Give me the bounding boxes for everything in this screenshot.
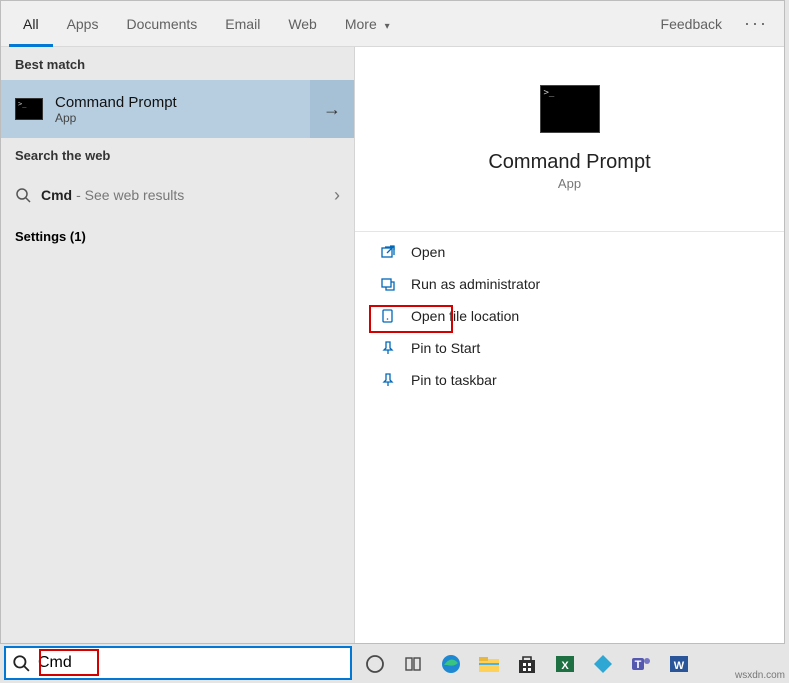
expand-arrow-icon[interactable]: → (310, 80, 354, 138)
watermark: wsxdn.com (735, 670, 785, 681)
more-options-icon[interactable]: ··· (736, 13, 776, 34)
settings-group[interactable]: Settings (1) (1, 219, 354, 254)
preview-title: Command Prompt (488, 151, 650, 174)
command-prompt-icon (15, 98, 43, 120)
chevron-down-icon: ▾ (385, 21, 390, 32)
shield-icon (379, 275, 397, 293)
action-open-label: Open (411, 244, 445, 260)
search-icon (15, 187, 31, 203)
pin-icon (379, 339, 397, 357)
action-open-location[interactable]: Open file location (355, 300, 784, 332)
feedback-link[interactable]: Feedback (661, 16, 722, 32)
pin-icon (379, 371, 397, 389)
web-result[interactable]: Cmd - See web results › (1, 171, 354, 219)
best-match-result[interactable]: Command Prompt App → (1, 80, 354, 138)
tab-more-label: More (345, 16, 377, 32)
best-match-header: Best match (1, 47, 354, 80)
action-open[interactable]: Open (355, 236, 784, 268)
excel-icon[interactable]: X (552, 651, 578, 677)
preview-subtitle: App (558, 176, 581, 191)
action-pin-taskbar[interactable]: Pin to taskbar (355, 364, 784, 396)
tab-web[interactable]: Web (274, 1, 331, 47)
results-pane: Best match Command Prompt App → Search t… (1, 47, 355, 643)
teams-icon[interactable]: T (628, 651, 654, 677)
best-match-subtitle: App (55, 111, 177, 125)
tab-apps[interactable]: Apps (53, 1, 113, 47)
web-result-query: Cmd (41, 187, 72, 203)
search-web-header: Search the web (1, 138, 354, 171)
filter-tabs: All Apps Documents Email Web More ▾ Feed… (1, 1, 784, 47)
actions-list: Open Run as administrator Open file loca… (355, 231, 784, 400)
start-search-window: All Apps Documents Email Web More ▾ Feed… (0, 0, 785, 644)
file-explorer-icon[interactable] (476, 651, 502, 677)
taskbar: X T W (358, 646, 692, 682)
taskbar-search[interactable] (4, 646, 352, 680)
tab-documents[interactable]: Documents (112, 1, 211, 47)
search-icon (12, 654, 30, 672)
tab-more[interactable]: More ▾ (331, 1, 404, 47)
action-pin-start[interactable]: Pin to Start (355, 332, 784, 364)
web-result-hint: - See web results (76, 187, 184, 203)
search-input[interactable] (36, 653, 344, 673)
svg-text:X: X (561, 660, 569, 672)
command-prompt-icon-large (540, 85, 600, 133)
open-icon (379, 243, 397, 261)
best-match-title: Command Prompt (55, 94, 177, 111)
kodi-icon[interactable] (590, 651, 616, 677)
folder-icon (379, 307, 397, 325)
action-pin-taskbar-label: Pin to taskbar (411, 372, 497, 388)
action-run-admin[interactable]: Run as administrator (355, 268, 784, 300)
svg-text:T: T (635, 659, 642, 671)
action-pin-start-label: Pin to Start (411, 340, 480, 356)
preview-pane: Command Prompt App Open Run as administr… (355, 47, 784, 643)
action-open-location-label: Open file location (411, 308, 519, 324)
edge-icon[interactable] (438, 651, 464, 677)
tab-email[interactable]: Email (211, 1, 274, 47)
task-view-icon[interactable] (400, 651, 426, 677)
cortana-icon[interactable] (362, 651, 388, 677)
store-icon[interactable] (514, 651, 540, 677)
svg-text:W: W (674, 660, 685, 672)
word-icon[interactable]: W (666, 651, 692, 677)
tab-all[interactable]: All (9, 1, 53, 47)
action-run-admin-label: Run as administrator (411, 276, 540, 292)
chevron-right-icon: › (334, 185, 340, 206)
